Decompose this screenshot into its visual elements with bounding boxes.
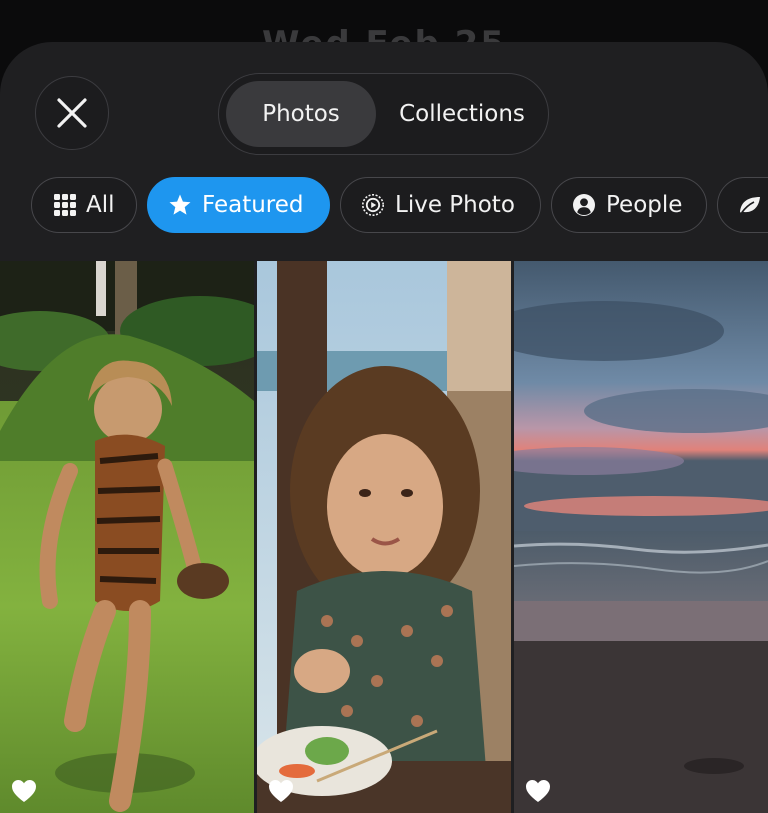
photo-picker-sheet: Photos Collections All Featured Live Pho… bbox=[0, 42, 768, 813]
photo-image bbox=[514, 261, 768, 813]
filter-live-photo-label: Live Photo bbox=[395, 192, 515, 218]
filter-nature-chip[interactable] bbox=[717, 177, 768, 233]
filter-live-photo-chip[interactable]: Live Photo bbox=[340, 177, 541, 233]
photo-grid bbox=[0, 261, 768, 813]
close-icon bbox=[57, 98, 87, 128]
photo-thumbnail-girl-on-grass[interactable] bbox=[0, 261, 254, 813]
close-button[interactable] bbox=[35, 76, 109, 150]
filter-all-label: All bbox=[86, 192, 115, 218]
filter-chips: All Featured Live Photo People bbox=[0, 177, 768, 235]
tab-photos-label: Photos bbox=[262, 101, 340, 127]
photo-image bbox=[0, 261, 254, 813]
tab-collections[interactable]: Collections bbox=[379, 81, 545, 147]
tab-photos[interactable]: Photos bbox=[226, 81, 376, 147]
filter-featured-chip[interactable]: Featured bbox=[147, 177, 330, 233]
filter-featured-label: Featured bbox=[202, 192, 304, 218]
filter-people-label: People bbox=[606, 192, 683, 218]
background-date: Wed Feb 25 bbox=[262, 24, 506, 44]
favorite-heart-icon[interactable] bbox=[525, 779, 551, 803]
live-photo-icon bbox=[361, 193, 385, 217]
tab-collections-label: Collections bbox=[399, 101, 525, 127]
photo-image bbox=[257, 261, 511, 813]
person-icon bbox=[572, 193, 596, 217]
star-icon bbox=[168, 193, 192, 217]
leaf-icon bbox=[738, 194, 762, 216]
grid-icon bbox=[54, 194, 76, 216]
wallpaper-photo-picker: Wed Feb 25 Photos Collections All Featur… bbox=[0, 0, 768, 813]
favorite-heart-icon[interactable] bbox=[268, 779, 294, 803]
filter-all-chip[interactable]: All bbox=[31, 177, 137, 233]
photo-thumbnail-beach-sunset[interactable] bbox=[514, 261, 768, 813]
photos-collections-switcher: Photos Collections bbox=[218, 73, 549, 155]
favorite-heart-icon[interactable] bbox=[11, 779, 37, 803]
filter-people-chip[interactable]: People bbox=[551, 177, 707, 233]
photo-thumbnail-girl-at-table[interactable] bbox=[257, 261, 511, 813]
